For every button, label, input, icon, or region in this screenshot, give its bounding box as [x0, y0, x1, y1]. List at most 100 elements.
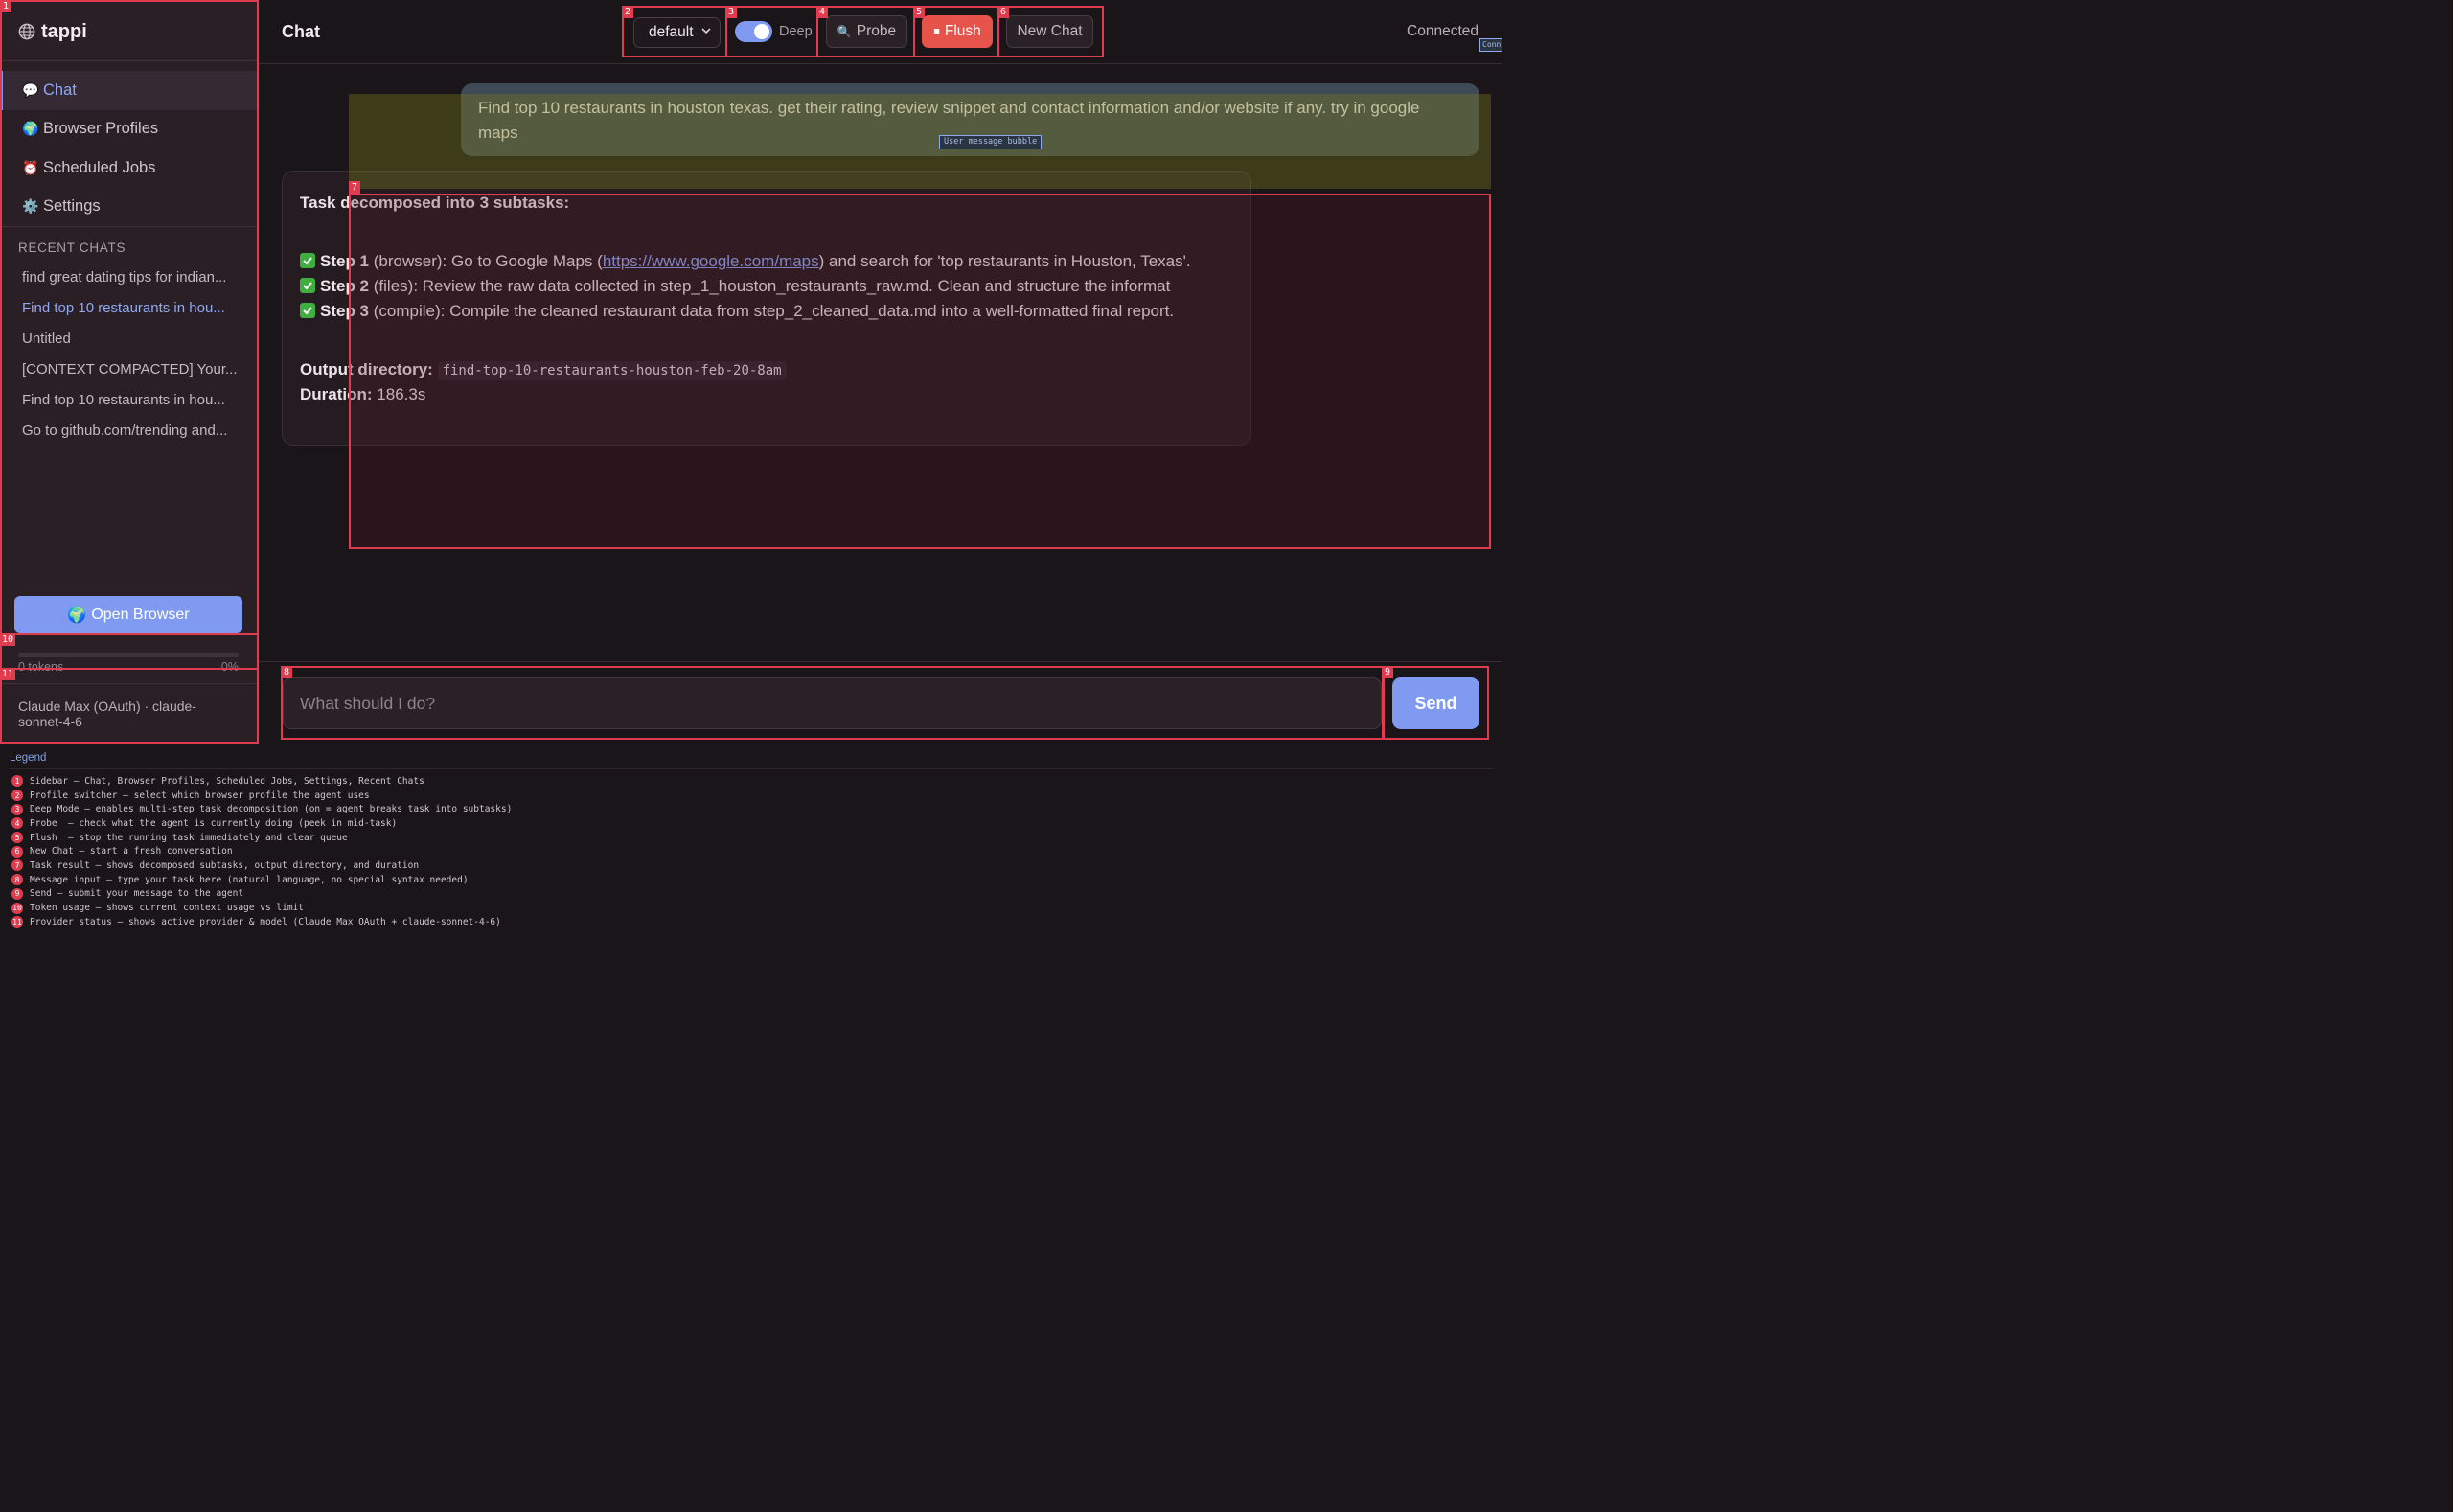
page-title: Chat	[282, 22, 320, 41]
sidebar-divider	[0, 683, 259, 684]
recent-chat-label: Find top 10 restaurants in hou...	[22, 391, 225, 408]
token-progress-bar	[18, 653, 239, 657]
legend-number: 3	[11, 803, 23, 815]
sidebar-item-label: Browser Profiles	[43, 120, 159, 138]
legend-title: Legend	[10, 752, 47, 764]
step-text: Compile the cleaned restaurant data from…	[445, 302, 1175, 320]
legend-list: 1 Sidebar — Chat, Browser Profiles, Sched…	[11, 774, 512, 929]
recent-chat-item[interactable]: Untitled	[0, 323, 259, 354]
legend-number: 8	[11, 874, 23, 886]
recent-chat-item[interactable]: [CONTEXT COMPACTED] Your...	[0, 354, 259, 384]
profile-select[interactable]: default	[633, 17, 721, 48]
legend-text: Probe — check what the agent is currentl…	[30, 817, 398, 829]
output-directory-label: Output directory:	[300, 360, 433, 378]
sidebar-item-settings[interactable]: ⚙️ Settings	[0, 188, 259, 227]
step-text: Review the raw data collected in step_1_…	[418, 277, 1171, 295]
legend-number: 5	[11, 832, 23, 844]
legend-text: Deep Mode — enables multi-step task deco…	[30, 804, 513, 815]
output-directory-value: find-top-10-restaurants-houston-feb-20-8…	[437, 361, 787, 380]
step-link[interactable]: https://www.google.com/maps	[603, 252, 819, 270]
legend-text: Sidebar — Chat, Browser Profiles, Schedu…	[30, 775, 424, 787]
flush-button[interactable]: ■ Flush	[922, 15, 993, 48]
step-kind: (browser):	[373, 252, 447, 270]
connection-caption: Conn	[1479, 38, 1502, 52]
sidebar-item-chat[interactable]: 💬 Chat	[0, 71, 259, 110]
legend-divider	[10, 768, 1493, 769]
task-meta: Output directory: find-top-10-restaurant…	[300, 357, 1233, 407]
legend-item: 4 Probe — check what the agent is current…	[11, 816, 512, 831]
token-count: 0 tokens	[18, 660, 64, 674]
legend-item: 3 Deep Mode — enables multi-step task dec…	[11, 802, 512, 816]
legend-text: Flush — stop the running task immediatel…	[30, 832, 348, 843]
task-result-card: Task decomposed into 3 subtasks: Step 1 …	[282, 171, 1251, 446]
send-button[interactable]: Send	[1392, 677, 1479, 729]
recent-chat-item-active[interactable]: Find top 10 restaurants in hou...	[0, 292, 259, 323]
recent-chat-label: find great dating tips for indian...	[22, 268, 227, 286]
legend-text: Profile switcher — select which browser …	[30, 790, 370, 801]
deep-mode-toggle[interactable]: Deep	[735, 21, 813, 42]
legend-item: 2 Profile switcher — select which browser…	[11, 789, 512, 803]
new-chat-button[interactable]: New Chat	[1006, 15, 1093, 48]
subtask-step: Step 3 (compile): Compile the cleaned re…	[300, 299, 1233, 324]
magnifier-icon: 🔍	[837, 25, 852, 38]
legend-number: 2	[11, 790, 23, 802]
legend-item: 1 Sidebar — Chat, Browser Profiles, Sched…	[11, 774, 512, 789]
sidebar-divider	[0, 60, 259, 61]
flush-label: Flush	[944, 23, 981, 39]
legend-number: 4	[11, 817, 23, 830]
checkmark-icon	[300, 278, 315, 293]
globe-icon: 🌍	[67, 607, 87, 624]
globe-icon	[18, 23, 35, 40]
open-browser-button[interactable]: 🌍 Open Browser	[14, 596, 242, 633]
recent-chat-item[interactable]: Go to github.com/trending and...	[0, 415, 259, 446]
legend-item: 10 Token usage — shows current context us…	[11, 901, 512, 915]
user-message-caption: User message bubble	[939, 135, 1043, 149]
recent-chats-list: find great dating tips for indian... Fin…	[0, 262, 259, 446]
recent-chat-label: Go to github.com/trending and...	[22, 422, 228, 439]
token-percent: 0%	[220, 660, 239, 674]
output-directory-row: Output directory: find-top-10-restaurant…	[300, 357, 1233, 382]
recent-chat-item[interactable]: Find top 10 restaurants in hou...	[0, 384, 259, 415]
probe-button[interactable]: 🔍 Probe	[826, 15, 907, 48]
stop-icon: ■	[933, 26, 940, 37]
legend-item: 9 Send — submit your message to the agent	[11, 887, 512, 902]
sidebar-item-label: Chat	[43, 80, 77, 99]
duration-row: Duration: 186.3s	[300, 382, 1233, 407]
recent-chat-label: Untitled	[22, 330, 71, 347]
legend-number: 11	[11, 916, 23, 928]
connection-status: Connected	[1407, 23, 1479, 39]
sidebar-item-label: Settings	[43, 197, 101, 216]
subtask-step: Step 2 (files): Review the raw data coll…	[300, 274, 1233, 299]
subtask-step: Step 1 (browser): Go to Google Maps (htt…	[300, 249, 1233, 274]
step-label: Step 3	[320, 302, 370, 320]
legend-text: New Chat — start a fresh conversation	[30, 846, 233, 858]
step-kind: (files):	[373, 277, 419, 295]
gear-icon: ⚙️	[22, 198, 39, 215]
legend-text: Message input — type your task here (nat…	[30, 874, 469, 885]
subtask-list: Step 1 (browser): Go to Google Maps (htt…	[300, 249, 1233, 324]
legend: Legend 1 Sidebar — Chat, Browser Profiles…	[0, 745, 1502, 929]
step-label: Step 1	[320, 252, 370, 270]
probe-label: Probe	[856, 23, 897, 39]
recent-chat-item[interactable]: find great dating tips for indian...	[0, 262, 259, 292]
legend-number: 6	[11, 845, 23, 858]
checkmark-icon	[300, 253, 315, 268]
legend-text: Provider status — shows active provider …	[30, 916, 501, 928]
profile-selected-value: default	[649, 24, 694, 40]
legend-number: 9	[11, 887, 23, 900]
deep-mode-switch[interactable]	[735, 21, 772, 42]
legend-text: Task result — shows decomposed subtasks,…	[30, 859, 420, 871]
step-text-after: ) and search for 'top restaurants in Hou…	[818, 252, 1191, 270]
sidebar-item-browser-profiles[interactable]: 🌍 Browser Profiles	[0, 110, 259, 149]
annotation-tag: 9	[1382, 666, 1393, 678]
deep-mode-label: Deep	[779, 24, 813, 39]
sidebar-item-scheduled-jobs[interactable]: ⏰ Scheduled Jobs	[0, 149, 259, 188]
message-input[interactable]	[283, 677, 1382, 729]
step-text: Go to Google Maps (	[447, 252, 603, 270]
alarm-clock-icon: ⏰	[22, 159, 39, 175]
open-browser-label: Open Browser	[91, 606, 190, 623]
sidebar: tappi 💬 Chat 🌍 Browser Profiles ⏰ Schedu…	[0, 0, 259, 743]
legend-number: 7	[11, 859, 23, 872]
legend-text: Token usage — shows current context usag…	[30, 903, 304, 914]
chevron-down-icon	[701, 28, 711, 34]
